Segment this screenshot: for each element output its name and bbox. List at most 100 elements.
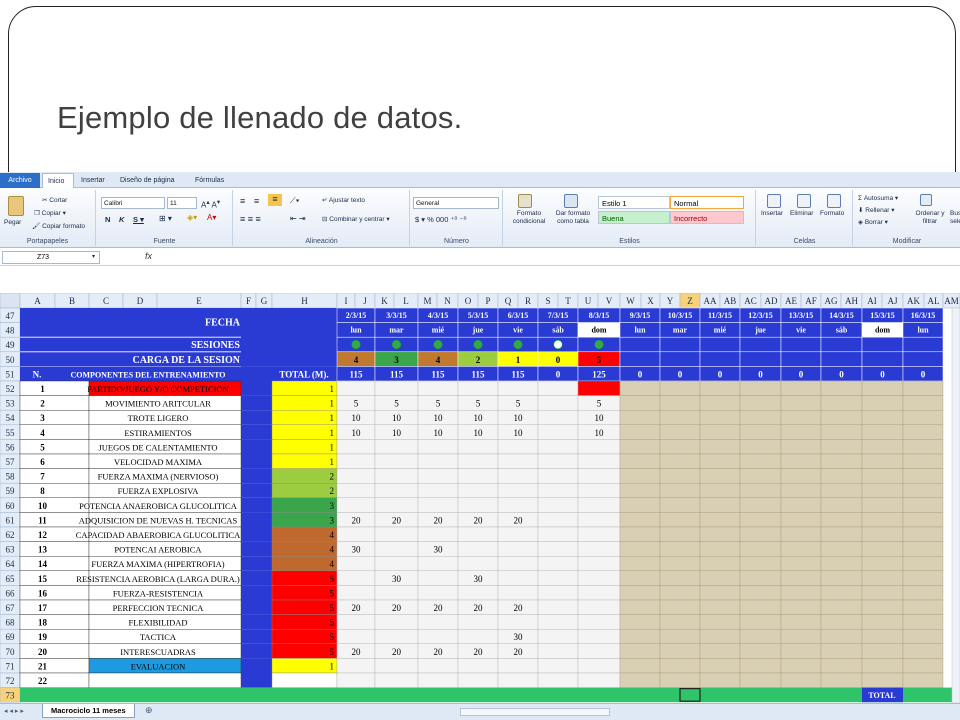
sort-filter-icon[interactable] [920, 194, 932, 206]
session-value-cell[interactable] [577, 439, 621, 455]
session-value-cell[interactable] [336, 658, 376, 674]
find-select-button[interactable]: Buscar y seleccionar [950, 210, 960, 226]
session-value-cell[interactable] [902, 599, 944, 615]
session-value-cell[interactable] [739, 556, 782, 572]
session-value-cell[interactable] [619, 439, 661, 455]
session-value-cell[interactable] [577, 482, 621, 498]
session-value-cell[interactable] [780, 526, 822, 542]
fill-color-icon[interactable]: ◈▾ [187, 213, 197, 222]
session-value-cell[interactable] [619, 658, 661, 674]
session-value-cell[interactable] [336, 614, 376, 630]
session-value-cell[interactable] [820, 482, 863, 498]
session-value-cell[interactable] [820, 453, 863, 469]
session-value-cell[interactable] [537, 409, 579, 425]
session-value-cell[interactable] [374, 526, 419, 542]
session-value-cell[interactable] [619, 526, 661, 542]
clear-button[interactable]: ◈ Borrar ▾ [858, 218, 888, 226]
session-value-cell[interactable] [619, 512, 661, 528]
session-value-cell[interactable] [699, 629, 741, 645]
align-middle-icon[interactable]: ≡ [254, 196, 259, 206]
session-value-cell[interactable] [457, 439, 499, 455]
session-value-cell[interactable] [497, 556, 539, 572]
session-value-cell[interactable] [739, 672, 782, 688]
session-value-cell[interactable] [619, 380, 661, 396]
paste-icon[interactable] [8, 196, 24, 216]
session-value-cell[interactable] [619, 424, 661, 440]
session-value-cell[interactable] [902, 453, 944, 469]
session-value-cell[interactable] [739, 453, 782, 469]
session-value-cell[interactable] [780, 541, 822, 557]
sheet-nav-icon[interactable]: ◂ ◂ ▸ ▸ [4, 707, 24, 715]
session-value-cell[interactable] [619, 629, 661, 645]
indent-icon[interactable]: ⇤ ⇥ [290, 214, 306, 223]
session-value-cell[interactable] [659, 482, 701, 498]
session-value-cell[interactable] [780, 380, 822, 396]
session-value-cell[interactable] [619, 482, 661, 498]
session-value-cell[interactable] [374, 380, 419, 396]
session-value-cell[interactable] [739, 629, 782, 645]
session-value-cell[interactable] [537, 599, 579, 615]
select-all-corner[interactable] [0, 293, 21, 309]
session-value-cell[interactable] [780, 468, 822, 484]
session-value-cell[interactable] [336, 439, 376, 455]
session-value-cell[interactable] [820, 395, 863, 411]
session-value-cell[interactable] [497, 439, 539, 455]
session-value-cell[interactable] [780, 629, 822, 645]
session-value-cell[interactable] [780, 409, 822, 425]
tab-f-rmulas[interactable]: Fórmulas [190, 173, 230, 188]
paste-button[interactable]: Pegar [4, 219, 21, 226]
session-value-cell[interactable] [336, 570, 376, 586]
fx-icon[interactable]: fx [145, 251, 152, 261]
session-value-cell[interactable] [417, 526, 459, 542]
insert-cells-button[interactable]: Insertar [761, 210, 783, 217]
session-value-cell[interactable] [577, 585, 621, 601]
session-value-cell[interactable] [374, 658, 419, 674]
session-value-cell[interactable] [861, 409, 904, 425]
session-value-cell[interactable] [861, 526, 904, 542]
session-value-cell[interactable] [780, 643, 822, 659]
session-value-cell[interactable] [861, 497, 904, 513]
session-value-cell[interactable] [699, 395, 741, 411]
session-value-cell[interactable] [820, 672, 863, 688]
session-value-cell[interactable] [619, 556, 661, 572]
session-value-cell[interactable] [537, 482, 579, 498]
session-value-cell[interactable] [820, 526, 863, 542]
align-bottom-icon[interactable]: ≡ [268, 194, 282, 206]
session-value-cell[interactable] [457, 380, 499, 396]
session-value-cell[interactable] [374, 556, 419, 572]
session-value-cell[interactable] [497, 380, 539, 396]
session-value-cell[interactable] [902, 497, 944, 513]
session-value-cell[interactable] [457, 629, 499, 645]
session-value-cell[interactable] [577, 497, 621, 513]
session-value-cell[interactable] [902, 482, 944, 498]
session-value-cell[interactable] [820, 585, 863, 601]
delete-cells-button[interactable]: Eliminar [790, 210, 813, 217]
session-value-cell[interactable] [457, 658, 499, 674]
session-value-cell[interactable] [861, 556, 904, 572]
session-value-cell[interactable] [659, 424, 701, 440]
session-value-cell[interactable] [577, 570, 621, 586]
session-value-cell[interactable] [659, 658, 701, 674]
session-value-cell[interactable] [699, 556, 741, 572]
vertical-scrollbar[interactable] [951, 307, 960, 703]
session-value-cell[interactable] [537, 570, 579, 586]
session-value-cell[interactable] [739, 599, 782, 615]
horizontal-scrollbar[interactable] [460, 708, 610, 716]
session-value-cell[interactable] [699, 497, 741, 513]
session-value-cell[interactable] [861, 424, 904, 440]
session-value-cell[interactable] [739, 482, 782, 498]
format-cells-icon[interactable] [827, 194, 841, 208]
session-value-cell[interactable] [336, 468, 376, 484]
session-value-cell[interactable] [577, 380, 621, 396]
session-value-cell[interactable] [780, 512, 822, 528]
session-value-cell[interactable] [497, 526, 539, 542]
cut-button[interactable]: ✂ Cortar [42, 196, 67, 204]
session-value-cell[interactable] [497, 468, 539, 484]
session-value-cell[interactable] [497, 453, 539, 469]
session-value-cell[interactable] [820, 643, 863, 659]
session-value-cell[interactable] [659, 672, 701, 688]
session-value-cell[interactable] [497, 614, 539, 630]
session-value-cell[interactable] [457, 541, 499, 557]
session-value-cell[interactable] [699, 658, 741, 674]
session-value-cell[interactable] [820, 439, 863, 455]
